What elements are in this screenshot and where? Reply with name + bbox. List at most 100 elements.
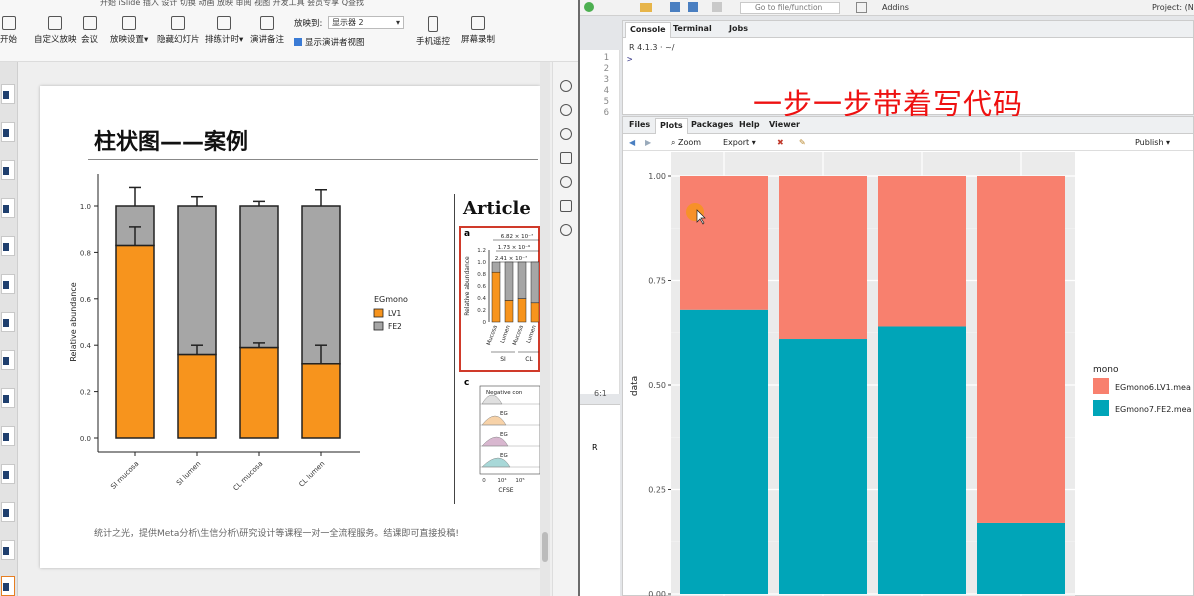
article-title: Article [463, 198, 531, 219]
screen-record-button[interactable]: 屏幕录制 [461, 16, 495, 45]
play-icon [1, 16, 16, 30]
group-label: SI [500, 356, 506, 363]
legend-swatch [1093, 400, 1109, 416]
legend-label: FE2 [388, 322, 402, 331]
record-icon [471, 16, 485, 30]
forward-arrow-icon[interactable]: ▶ [645, 138, 651, 147]
new-file-icon[interactable] [584, 2, 594, 12]
thumb-mark [3, 433, 9, 441]
custom-show-button[interactable]: 自定义放映 [34, 16, 77, 45]
rocket-icon[interactable] [560, 80, 572, 92]
open-folder-icon[interactable] [640, 3, 652, 12]
menu-strip[interactable]: 开始 iSlide 插入 设计 切换 动画 放映 审阅 视图 开发工具 会员专享… [100, 0, 364, 8]
group-label: CL [525, 356, 533, 363]
back-arrow-icon[interactable]: ◀ [629, 138, 635, 147]
project-menu[interactable]: Project: (No [1152, 3, 1194, 12]
pin-icon[interactable] [560, 128, 572, 140]
thumbnail[interactable] [1, 198, 15, 218]
show-settings-button[interactable]: 放映设置▾ [110, 16, 148, 45]
tab-plots[interactable]: Plots [655, 118, 688, 134]
save-all-icon[interactable] [688, 2, 698, 12]
thumbnail[interactable] [1, 84, 15, 104]
flow-row-label: EG [500, 411, 508, 417]
bar-fe2 [239, 205, 279, 349]
sliders-icon[interactable] [560, 104, 572, 116]
addins-menu[interactable]: Addins [882, 3, 909, 12]
p-value-label: 1.73 × 10⁻⁶ [498, 244, 531, 251]
thumbnail[interactable] [1, 274, 15, 294]
zoom-button[interactable]: ⌕ Zoom [671, 138, 701, 148]
tab-packages[interactable]: Packages [691, 120, 733, 129]
tab-jobs[interactable]: Jobs [729, 24, 748, 33]
y-tick-label: 0.4 [80, 342, 92, 350]
thumbnail[interactable] [1, 540, 15, 560]
thumbnail[interactable] [1, 388, 15, 408]
hide-slide-icon [171, 16, 186, 30]
vertical-scrollbar[interactable] [540, 62, 550, 596]
location-icon[interactable] [560, 224, 572, 236]
screen-icon[interactable] [560, 152, 572, 164]
meeting-button[interactable]: 会议 [81, 16, 98, 45]
tab-viewer[interactable]: Viewer [769, 120, 800, 129]
tab-files[interactable]: Files [629, 120, 650, 129]
console-prompt[interactable]: > [627, 55, 632, 65]
speaker-notes-button[interactable]: 演讲备注 [250, 16, 284, 45]
thumbnail[interactable] [1, 502, 15, 522]
broom-icon[interactable]: ✎ [799, 138, 806, 147]
rehearse-button[interactable]: 排练计时▾ [205, 16, 243, 45]
hide-slide-button[interactable]: 隐藏幻灯片 [157, 16, 200, 45]
article-mini-chart: 6.82 × 10⁻⁷ 1.73 × 10⁻⁶ 2.41 × 10⁻⁷ 1.2 1.0 0… [464, 233, 539, 363]
r-version: R 4.1.3 · ~/ [629, 43, 675, 52]
scroll-thumb[interactable] [542, 532, 548, 562]
y-tick-label: 0.75 [648, 277, 666, 286]
thumb-mark [3, 91, 9, 99]
print-icon[interactable] [712, 2, 722, 12]
thumbnail[interactable] [1, 122, 15, 142]
goto-file-input[interactable]: Go to file/function [740, 2, 840, 14]
thumbnail[interactable] [1, 350, 15, 370]
mini-bar-lv1 [530, 302, 539, 323]
tab-terminal[interactable]: Terminal [673, 24, 712, 33]
flow-tick-label: 10⁵ [515, 477, 524, 484]
phone-remote-button[interactable]: 手机遥控 [416, 16, 450, 47]
image-icon[interactable] [560, 200, 572, 212]
show-to-label: 放映到: [294, 19, 323, 29]
r-env-select[interactable]: R [592, 443, 598, 452]
publish-button[interactable]: Publish ▾ [1135, 138, 1170, 147]
y-tick-label: 0 [483, 320, 487, 326]
monitor-select[interactable]: 显示器 2 ▾ [328, 16, 404, 29]
grid-icon[interactable] [856, 2, 867, 13]
bar-fe2 [177, 205, 217, 356]
start-show-button[interactable]: 开始 [0, 16, 17, 45]
thumb-mark [3, 357, 9, 365]
x-tick-label: CL lumen [297, 460, 326, 489]
checkbox-icon [294, 38, 302, 46]
y-tick-label: 0.6 [80, 296, 92, 304]
tab-help[interactable]: Help [739, 120, 760, 129]
bar-segment [779, 339, 867, 594]
thumbnail[interactable] [1, 236, 15, 256]
bar-segment [878, 326, 966, 594]
flow-tick-label: 10⁴ [497, 477, 507, 484]
remove-plot-icon[interactable]: ✖ [777, 138, 784, 147]
thumbnail[interactable] [1, 312, 15, 332]
thumbnail[interactable] [1, 160, 15, 180]
thumbnail[interactable] [1, 464, 15, 484]
y-tick-label: 0.0 [80, 435, 91, 443]
flow-row-label: EG [500, 453, 508, 459]
line-number: 3 [603, 75, 609, 85]
bar-fe2 [301, 205, 341, 365]
thumbnail-active[interactable] [1, 576, 15, 596]
presenter-view-checkbox[interactable]: 显示演讲者视图 [294, 36, 365, 48]
tab-console[interactable]: Console [625, 22, 671, 38]
article-panel-a: a 6.82 × 10⁻⁷ 1.73 × 10⁻⁶ 2.41 × 10⁻⁷ 1.2 1.… [459, 226, 540, 372]
save-icon[interactable] [670, 2, 680, 12]
export-button[interactable]: Export ▾ [723, 138, 756, 147]
thumbnail[interactable] [1, 426, 15, 446]
bar-segment [977, 176, 1065, 523]
x-tick-label: SI lumen [175, 460, 202, 487]
mini-bar-lv1 [491, 271, 501, 323]
y-tick-label: 0.00 [648, 590, 666, 596]
p-value-label: 2.41 × 10⁻⁷ [495, 255, 527, 262]
help-icon[interactable] [560, 176, 572, 188]
